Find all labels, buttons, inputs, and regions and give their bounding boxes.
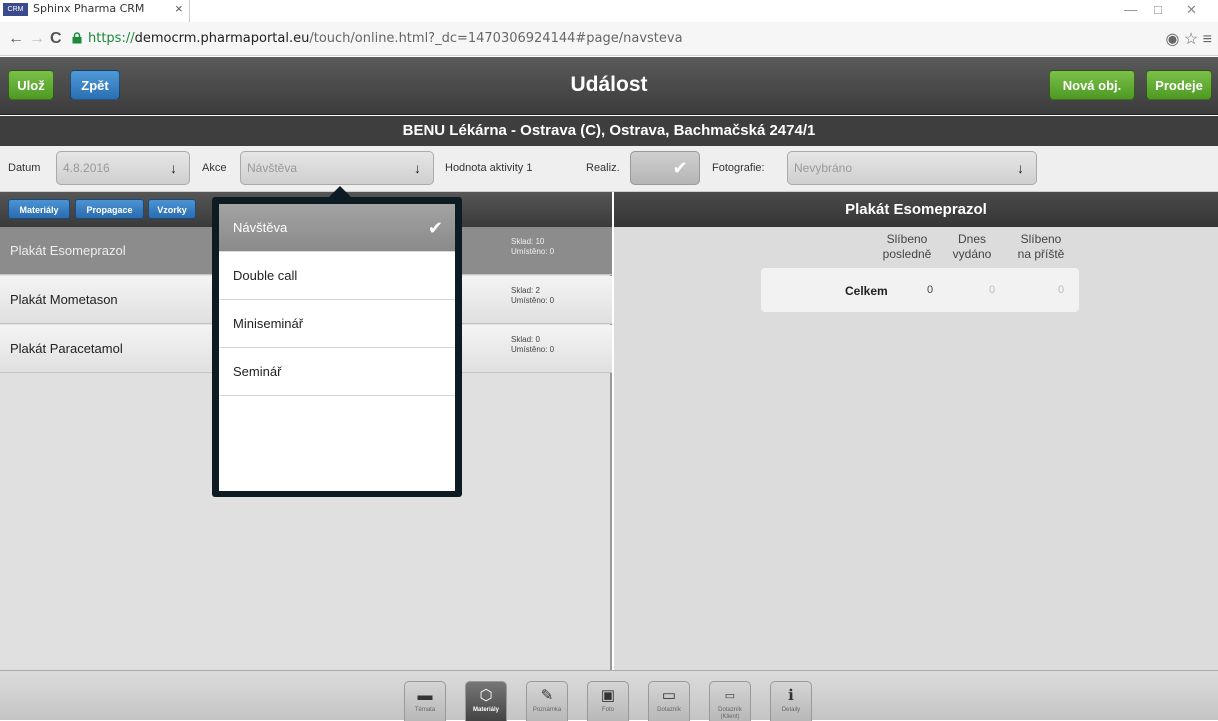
box-icon: ⬡: [479, 687, 493, 704]
down-arrow-icon: ↓: [414, 160, 421, 176]
tab-questionnaire[interactable]: ▭ Dotazník: [648, 681, 690, 721]
down-arrow-icon: ↓: [170, 160, 177, 176]
dropdown-option-miniseminar[interactable]: Miniseminář: [219, 300, 455, 348]
minimize-icon[interactable]: —: [1124, 2, 1137, 17]
date-label: Datum: [8, 162, 41, 174]
checkmark-icon: ✔: [427, 218, 443, 238]
total-promised-last: 0: [927, 284, 934, 296]
address-bar: ← → C https://democrm.pharmaportal.eu/to…: [0, 22, 1218, 56]
close-tab-icon[interactable]: ×: [175, 1, 183, 16]
detail-panel: Plakát Esomeprazol Slíbeno posledně Dnes v…: [614, 192, 1218, 670]
browser-tab[interactable]: CRM Sphinx Pharma CRM ×: [0, 0, 190, 22]
filter-materials-button[interactable]: Materiály: [8, 199, 70, 219]
dropdown-option-seminar[interactable]: Seminář: [219, 348, 455, 396]
tab-topics[interactable]: ▬ Témata: [404, 681, 446, 721]
close-window-icon[interactable]: ✕: [1186, 2, 1197, 18]
action-dropdown: Návštěva ✔ Double call Miniseminář Semin…: [212, 197, 462, 497]
photo-select[interactable]: Nevybráno ↓: [787, 151, 1037, 185]
totals-row: Celkem 0 0 0: [761, 268, 1079, 312]
url-field[interactable]: https://democrm.pharmaportal.eu/touch/on…: [88, 31, 683, 46]
col-promised-next: Slíbeno na příště: [1017, 232, 1065, 261]
browser-tabbar: CRM Sphinx Pharma CRM × — □ ✕: [0, 0, 1218, 22]
lock-icon: [72, 32, 82, 44]
reload-icon[interactable]: C: [50, 30, 62, 48]
filter-samples-button[interactable]: Vzorky: [148, 199, 196, 219]
tab-photo[interactable]: ▣ Foto: [587, 681, 629, 721]
page-title: Událost: [570, 73, 648, 96]
realized-label: Realiz.: [586, 162, 620, 174]
action-label: Akce: [202, 162, 227, 174]
dropdown-option-visit[interactable]: Návštěva ✔: [219, 204, 455, 252]
total-promised-next[interactable]: 0: [1058, 284, 1064, 296]
extension-star-menu-icons[interactable]: ◉ ☆ ≡: [1165, 29, 1212, 49]
tab-materials[interactable]: ⬡ Materiály: [465, 681, 507, 721]
back-arrow-icon[interactable]: ←: [8, 30, 24, 48]
info-icon: ℹ: [788, 687, 794, 704]
new-order-button[interactable]: Nová obj.: [1049, 70, 1135, 100]
app-header: Ulož Zpět Událost Nová obj. Prodeje: [0, 57, 1218, 115]
action-select[interactable]: Návštěva ↓: [240, 151, 434, 185]
tab-note[interactable]: ✎ Poznámka: [526, 681, 568, 721]
dropdown-option-double-call[interactable]: Double call: [219, 252, 455, 300]
checkmark-icon: ✔: [672, 158, 688, 178]
realized-checkbox[interactable]: ✔: [630, 151, 700, 185]
window-icon: ▭: [661, 687, 677, 704]
filter-promotion-button[interactable]: Propagace: [75, 199, 144, 219]
chat-icon: ▬: [417, 687, 433, 704]
activity-value-label: Hodnota aktivity 1: [445, 162, 533, 174]
tab-details[interactable]: ℹ Detaily: [770, 681, 812, 721]
maximize-icon[interactable]: □: [1154, 2, 1162, 17]
edit-icon: ✎: [540, 687, 554, 704]
tab-title: Sphinx Pharma CRM: [33, 2, 145, 15]
col-given-today: Dnes vydáno: [952, 232, 992, 261]
sales-button[interactable]: Prodeje: [1146, 70, 1212, 100]
photo-label: Fotografie:: [712, 162, 765, 174]
date-select[interactable]: 4.8.2016 ↓: [56, 151, 190, 185]
photo-icon: ▣: [600, 687, 616, 704]
detail-title: Plakát Esomeprazol: [614, 192, 1218, 227]
col-promised-last: Slíbeno posledně: [882, 232, 932, 261]
forward-arrow-icon[interactable]: →: [29, 30, 45, 48]
total-given-today[interactable]: 0: [989, 284, 995, 296]
crm-favicon-icon: CRM: [3, 3, 28, 16]
event-form-bar: Datum 4.8.2016 ↓ Akce Návštěva ↓ Hodnota…: [0, 146, 1218, 192]
tab-client-questionnaire[interactable]: ▭ Dotazník (Klient): [709, 681, 751, 721]
window-icon: ▭: [724, 690, 736, 702]
customer-subheader: BENU Lékárna - Ostrava (C), Ostrava, Bac…: [0, 116, 1218, 146]
total-label: Celkem: [845, 284, 888, 298]
down-arrow-icon: ↓: [1017, 160, 1024, 176]
bottom-toolbar: ▬ Témata ⬡ Materiály ✎ Poznámka ▣ Foto ▭…: [0, 670, 1218, 721]
